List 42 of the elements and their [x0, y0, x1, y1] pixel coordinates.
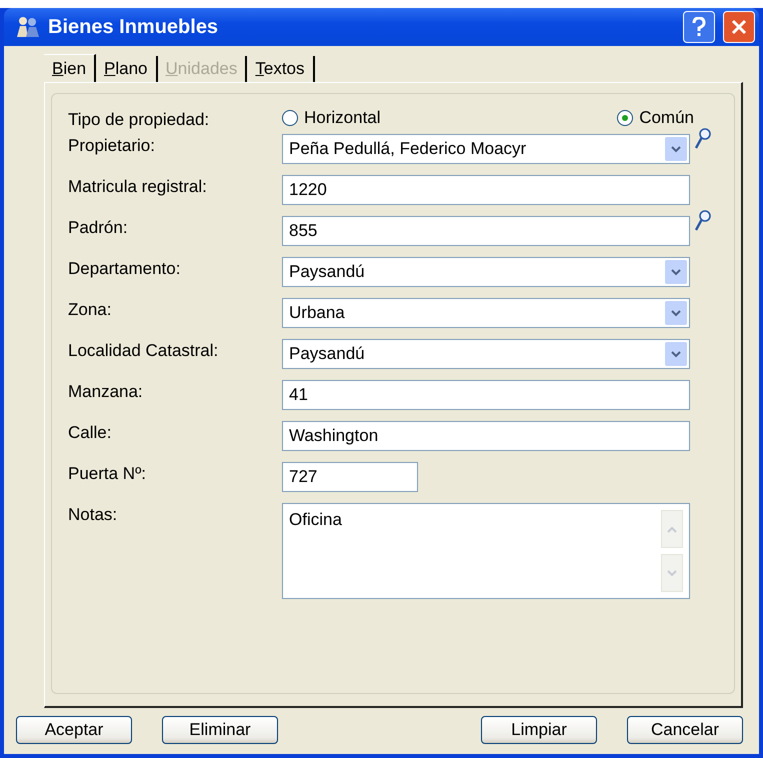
field-label: Propietario: — [68, 135, 156, 156]
tab[interactable]: Textos — [247, 56, 314, 82]
input-field[interactable]: Washington — [282, 421, 690, 451]
radio-option[interactable]: Horizontal — [282, 108, 381, 128]
dialog-button[interactable]: Eliminar — [162, 716, 278, 744]
radio-label: Horizontal — [304, 108, 381, 128]
field-label: Manzana: — [68, 381, 144, 402]
tab[interactable]: Plano — [96, 56, 158, 82]
field-label: Padrón: — [68, 217, 129, 238]
input-field[interactable]: 727 — [282, 462, 418, 492]
dialog-button[interactable]: Cancelar — [627, 716, 743, 744]
dropdown[interactable]: Paysandú — [282, 339, 690, 369]
notes-field[interactable]: Oficina — [282, 503, 690, 599]
field-label: Calle: — [68, 422, 112, 443]
search-icon[interactable] — [694, 210, 712, 232]
close-button[interactable] — [723, 11, 755, 43]
input-field[interactable]: 855 — [282, 216, 690, 246]
input-field[interactable]: 41 — [282, 380, 690, 410]
help-button[interactable] — [683, 11, 715, 43]
radio-label: Común — [639, 108, 694, 128]
people-icon — [16, 16, 40, 38]
search-icon[interactable] — [694, 128, 712, 150]
dropdown[interactable]: Paysandú — [282, 257, 690, 287]
field-label: Puerta Nº: — [68, 463, 148, 484]
dialog-button[interactable]: Limpiar — [481, 716, 597, 744]
field-label: Zona: — [68, 299, 112, 320]
window-title: Bienes Inmuebles — [48, 16, 218, 38]
field-label: Notas: — [68, 504, 118, 525]
dropdown[interactable]: Peña Pedullá, Federico Moacyr — [282, 134, 690, 164]
scroll-down-icon — [661, 554, 683, 592]
question-icon — [692, 17, 706, 37]
input-field[interactable]: 1220 — [282, 175, 690, 205]
radio-option[interactable]: Común — [617, 108, 694, 128]
dialog-button[interactable]: Aceptar — [16, 716, 132, 744]
dropdown[interactable]: Urbana — [282, 298, 690, 328]
field-label: Localidad Catastral: — [68, 340, 220, 361]
field-label: Matricula registral: — [68, 176, 208, 197]
tab[interactable]: Bien — [44, 54, 96, 82]
close-icon — [731, 19, 747, 35]
field-label: Tipo de propiedad: — [68, 109, 210, 130]
scroll-up-icon — [661, 510, 683, 548]
field-label: Departamento: — [68, 258, 182, 279]
